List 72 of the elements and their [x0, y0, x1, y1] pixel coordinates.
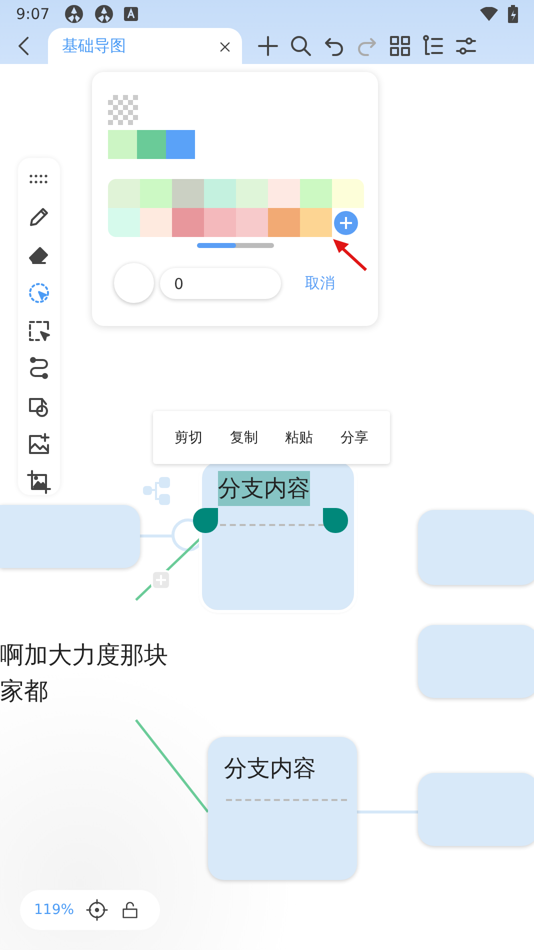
close-icon: [218, 40, 232, 54]
battery-icon: [508, 5, 518, 23]
grid-button[interactable]: [388, 34, 412, 58]
connector-tool[interactable]: [27, 355, 51, 382]
color-swatch[interactable]: [172, 179, 204, 208]
mind-map-node[interactable]: 分支内容: [202, 462, 354, 610]
size-input-field[interactable]: 0: [160, 268, 281, 299]
mind-map-node[interactable]: [0, 505, 140, 568]
plus-icon: [151, 570, 171, 590]
close-tab-button[interactable]: [218, 40, 232, 54]
plus-icon: [256, 34, 280, 58]
connector-icon: [27, 356, 51, 380]
mind-map-node[interactable]: [418, 625, 534, 698]
color-swatch[interactable]: [236, 208, 268, 237]
transparent-swatch[interactable]: [108, 95, 138, 125]
color-swatch[interactable]: [137, 130, 166, 159]
mind-map-node[interactable]: [418, 773, 534, 846]
zoom-level: 119%: [34, 902, 74, 918]
menu-item[interactable]: 复制: [230, 428, 258, 446]
search-icon: [289, 34, 313, 58]
grid-icon: [388, 34, 412, 58]
color-swatch[interactable]: [204, 208, 236, 237]
color-swatch[interactable]: [108, 130, 137, 159]
keyboard-notification-icon: [124, 7, 138, 21]
app-notification-icon: [64, 4, 84, 24]
lock-button[interactable]: [120, 899, 140, 921]
root-node-text: 啊加大力度那块: [0, 640, 168, 671]
mind-map-node[interactable]: 分支内容: [208, 737, 357, 880]
color-swatch[interactable]: [166, 130, 195, 159]
root-node-text: 家都: [0, 676, 49, 707]
color-swatch[interactable]: [108, 208, 140, 237]
color-swatch[interactable]: [300, 208, 332, 237]
outline-icon: [421, 34, 445, 58]
color-swatch[interactable]: [268, 208, 300, 237]
color-swatch[interactable]: [140, 179, 172, 208]
structure-icon: [141, 475, 173, 507]
color-preview[interactable]: [114, 263, 154, 303]
color-swatch[interactable]: [172, 208, 204, 237]
node-text: 分支内容: [224, 755, 316, 784]
tab-title: 基础导图: [62, 36, 127, 57]
node-text: 分支内容: [218, 471, 310, 506]
add-image-icon: [27, 432, 51, 456]
crop-image-icon: [27, 470, 51, 494]
add-node-button[interactable]: [151, 570, 171, 590]
lasso-select-icon: [27, 280, 51, 305]
add-color-button[interactable]: [334, 211, 358, 235]
color-swatch[interactable]: [332, 179, 364, 208]
wifi-icon: [480, 7, 498, 21]
status-time: 9:07: [16, 5, 50, 23]
color-swatch[interactable]: [268, 179, 300, 208]
color-swatch[interactable]: [236, 179, 268, 208]
color-swatch[interactable]: [204, 179, 236, 208]
mind-map-node[interactable]: [418, 510, 534, 585]
color-swatch[interactable]: [108, 179, 140, 208]
plus-icon: [339, 216, 353, 230]
outline-button[interactable]: [421, 34, 445, 58]
unlock-icon: [120, 899, 140, 921]
selection-handle[interactable]: [193, 508, 218, 533]
crosshair-icon: [86, 899, 108, 921]
search-button[interactable]: [289, 34, 313, 58]
app-notification-icon: [94, 4, 114, 24]
locate-button[interactable]: [86, 899, 108, 921]
menu-item[interactable]: 剪切: [174, 428, 203, 446]
menu-item[interactable]: 粘贴: [285, 428, 314, 446]
menu-item[interactable]: 分享: [340, 428, 368, 446]
connector-line: [357, 810, 419, 814]
box-select-icon: [27, 318, 51, 342]
color-swatch[interactable]: [140, 208, 172, 237]
arrow-drawing: [331, 237, 369, 273]
color-swatch[interactable]: [300, 179, 332, 208]
plus-button[interactable]: [256, 34, 280, 58]
crop-image-tool[interactable]: [27, 469, 51, 496]
